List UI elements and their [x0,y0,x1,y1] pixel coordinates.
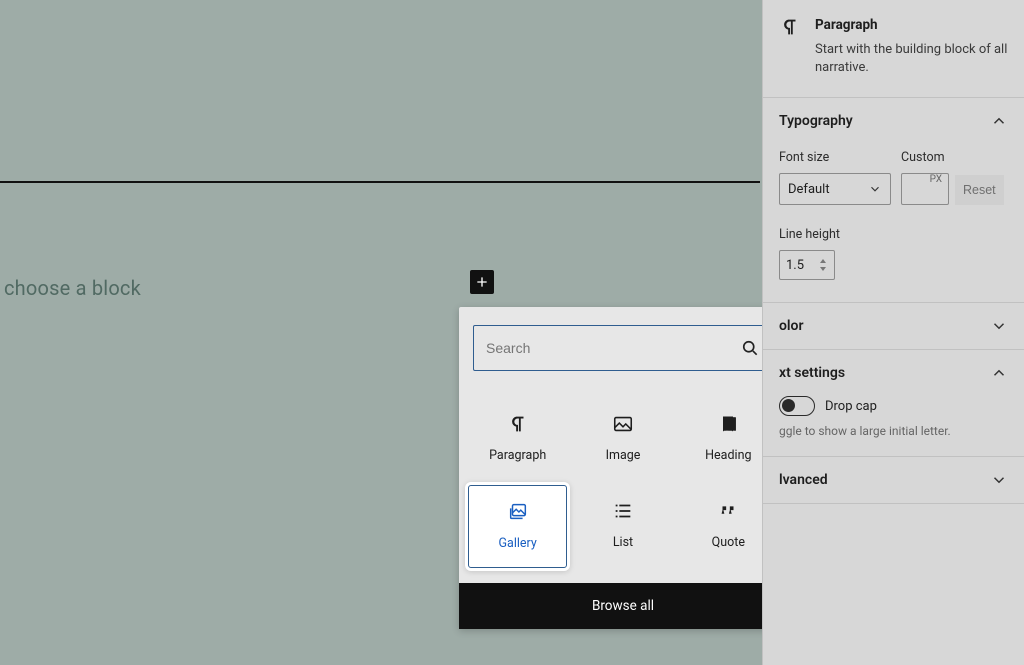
typography-panel-header[interactable]: Typography [763,98,1024,144]
panel-title: Typography [779,113,853,129]
drop-cap-toggle[interactable] [779,396,815,416]
paragraph-icon [506,412,530,436]
font-size-value: Default [788,182,830,197]
panel-title: lvanced [779,472,828,488]
heading-icon [716,412,740,436]
color-panel-header[interactable]: olor [763,303,1024,349]
advanced-panel-header[interactable]: lvanced [763,457,1024,503]
block-tile-list[interactable]: List [573,485,672,566]
drop-cap-label: Drop cap [825,399,877,414]
chevron-up-icon [990,364,1008,382]
search-input[interactable] [486,340,740,356]
reset-button[interactable]: Reset [955,175,1004,205]
block-tile-label: Paragraph [489,448,546,463]
drop-cap-helper: ggle to show a large initial letter. [763,424,1024,456]
paragraph-icon [779,16,801,38]
search-icon [740,338,760,358]
chevron-down-icon [868,182,882,196]
block-tile-label: Image [606,448,641,463]
separator [0,181,760,183]
panel-title: olor [779,318,804,334]
quote-icon [716,499,740,523]
block-tile-label: Heading [705,448,751,463]
block-grid: Paragraph Image Heading Gallery List Quo… [459,381,787,573]
custom-size-input[interactable]: PX [901,173,949,205]
block-tile-label: Gallery [499,536,537,551]
line-height-input[interactable]: 1.5 [779,250,835,280]
block-tile-image[interactable]: Image [573,398,672,479]
block-tile-label: List [613,535,633,550]
block-card-title: Paragraph [815,17,878,33]
custom-label: Custom [901,150,1004,165]
gallery-icon [506,500,530,524]
font-size-label: Font size [779,150,891,165]
search-field[interactable] [473,325,773,371]
settings-sidebar: Paragraph Start with the building block … [762,0,1024,665]
block-tile-gallery[interactable]: Gallery [468,485,567,568]
browse-all-button[interactable]: Browse all [459,583,787,629]
stepper-icon [818,258,828,272]
line-height-value: 1.5 [786,258,804,273]
text-settings-panel-header[interactable]: xt settings [763,350,1024,396]
block-tile-label: Quote [712,535,745,550]
block-placeholder[interactable]: choose a block [4,276,141,300]
line-height-label: Line height [779,227,1008,242]
chevron-up-icon [990,112,1008,130]
plus-icon [474,274,490,290]
image-icon [611,412,635,436]
chevron-down-icon [990,471,1008,489]
block-card-description: Start with the building block of all nar… [815,41,1008,77]
panel-title: xt settings [779,365,845,381]
block-tile-paragraph[interactable]: Paragraph [468,398,567,479]
block-card: Paragraph Start with the building block … [763,0,1024,97]
add-block-button[interactable] [470,270,494,294]
typography-panel: Typography Font size Default Custom PX R… [763,98,1024,303]
block-inserter-popover: Paragraph Image Heading Gallery List Quo… [459,307,787,629]
font-size-select[interactable]: Default [779,173,891,205]
chevron-down-icon [990,317,1008,335]
list-icon [611,499,635,523]
